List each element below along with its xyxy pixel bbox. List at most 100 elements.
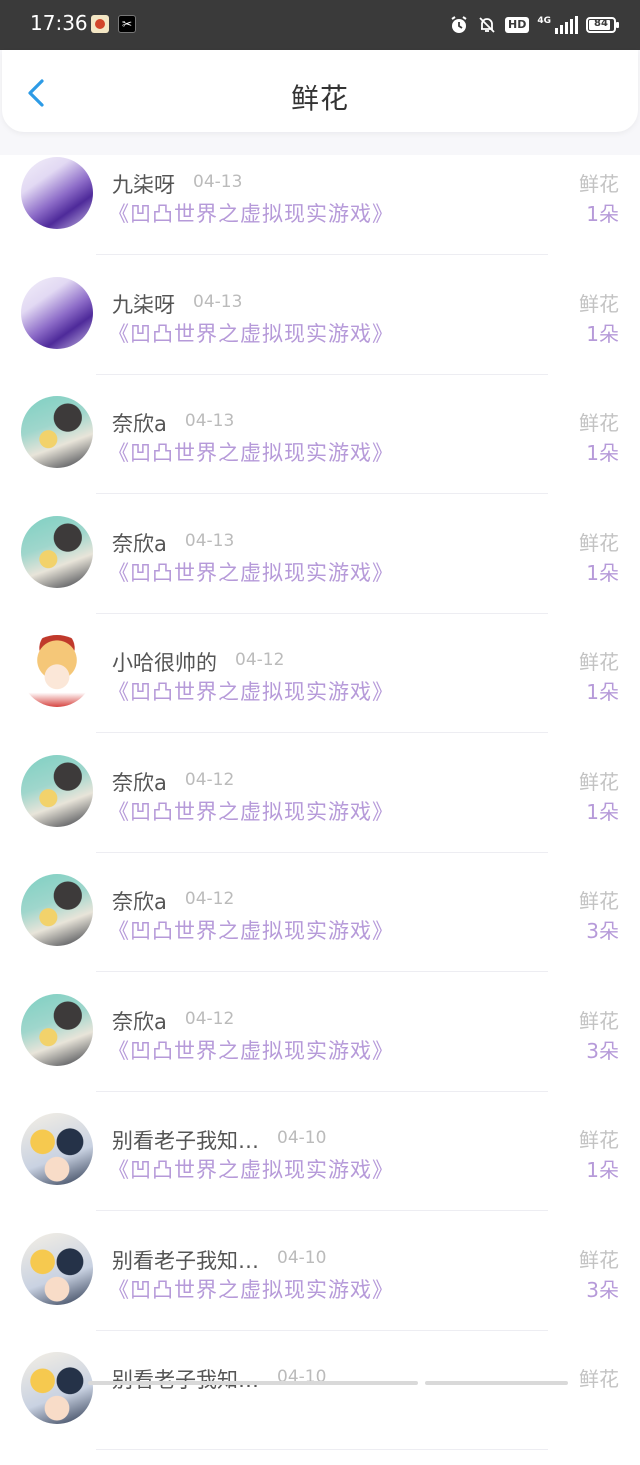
network-type: 4G: [537, 16, 551, 26]
status-bar: 17:36 ✂ HD 4G 84: [0, 0, 640, 50]
gift-row[interactable]: 小哈很帅的 04-12 《凹凸世界之虚拟现实游戏》 鲜花 1朵: [0, 628, 640, 748]
book-title[interactable]: 《凹凸世界之虚拟现实游戏》: [108, 198, 394, 228]
signal-icon: 4G: [537, 16, 578, 34]
sender-name: 九柒呀: [112, 292, 175, 317]
sender-name: 小哈很帅的: [112, 651, 217, 675]
gift-type: 鲜花: [579, 1247, 619, 1272]
avatar[interactable]: [21, 635, 93, 707]
avatar[interactable]: [21, 993, 93, 1066]
status-indicators: HD 4G 84: [449, 14, 619, 36]
gift-date: 04-13: [193, 291, 243, 312]
gift-count: 1朵: [586, 680, 619, 704]
mute-icon: [477, 15, 497, 35]
gift-count: 1朵: [586, 799, 619, 824]
gift-date: 04-13: [184, 411, 235, 431]
book-title[interactable]: 《凹凸世界之虚拟现实游戏》: [108, 1274, 394, 1304]
row-divider: [96, 971, 548, 972]
sender-name: 奈欣a: [112, 412, 167, 436]
book-title[interactable]: 《凹凸世界之虚拟现实游戏》: [108, 1154, 394, 1184]
gift-type: 鲜花: [579, 769, 619, 794]
gift-count: 1朵: [586, 202, 619, 226]
sender-name: 别看老子我知…: [112, 1248, 259, 1273]
gift-type: 鲜花: [579, 1128, 619, 1152]
sender-name: 九柒呀: [112, 173, 175, 197]
book-title[interactable]: 《凹凸世界之虚拟现实游戏》: [108, 796, 394, 826]
row-divider: [96, 493, 548, 494]
gift-row[interactable]: 奈欣a 04-13 《凹凸世界之虚拟现实游戏》 鲜花 1朵: [0, 509, 640, 629]
gift-row[interactable]: 奈欣a 04-13 《凹凸世界之虚拟现实游戏》 鲜花 1朵: [0, 389, 640, 509]
avatar[interactable]: [21, 1232, 93, 1305]
gift-count: 3朵: [586, 919, 619, 943]
capcut-app-icon: ✂: [118, 15, 136, 33]
gift-count: 1朵: [586, 441, 619, 465]
gift-row[interactable]: 奈欣a 04-12 《凹凸世界之虚拟现实游戏》 鲜花 1朵: [0, 748, 640, 868]
avatar[interactable]: [21, 276, 93, 349]
gift-type: 鲜花: [579, 650, 619, 674]
avatar[interactable]: [21, 515, 93, 588]
gift-date: 04-12: [184, 769, 235, 790]
gift-date: 04-12: [184, 889, 235, 909]
gift-row[interactable]: 九柒呀 04-13 《凹凸世界之虚拟现实游戏》 鲜花 1朵: [0, 150, 640, 270]
sender-name: 别看老子我知…: [112, 1129, 259, 1153]
avatar[interactable]: [21, 157, 93, 229]
avatar[interactable]: [21, 1352, 93, 1424]
gift-type: 鲜花: [579, 1008, 619, 1033]
sender-name: 奈欣a: [112, 1009, 167, 1034]
book-title[interactable]: 《凹凸世界之虚拟现实游戏》: [108, 915, 394, 945]
gift-count: 3朵: [586, 1038, 619, 1063]
gift-count: 1朵: [586, 321, 619, 346]
sender-name: 别看老子我知…: [112, 1368, 259, 1392]
avatar[interactable]: [21, 1113, 93, 1185]
gift-date: 04-12: [184, 1008, 235, 1029]
row-divider: [96, 1449, 548, 1450]
gift-type: 鲜花: [579, 172, 619, 196]
gift-type: 鲜花: [579, 411, 619, 435]
row-divider: [96, 254, 548, 255]
tomato-app-icon: [91, 15, 109, 33]
gift-row[interactable]: 别看老子我知… 04-10 《凹凸世界之虚拟现实游戏》 鲜花 1朵: [0, 1106, 640, 1226]
sender-name: 奈欣a: [112, 890, 167, 914]
header: 鲜花: [2, 50, 638, 132]
sender-name: 奈欣a: [112, 770, 167, 795]
battery-level: 84: [594, 18, 608, 29]
gift-type: 鲜花: [579, 1367, 619, 1391]
gift-row[interactable]: 别看老子我知… 04-10 鲜花: [0, 1345, 640, 1465]
book-title[interactable]: 《凹凸世界之虚拟现实游戏》: [108, 437, 394, 467]
gift-type: 鲜花: [579, 889, 619, 913]
alarm-icon: [449, 15, 469, 35]
row-divider: [96, 612, 548, 614]
gift-date: 04-10: [277, 1128, 327, 1148]
gift-count: 3朵: [586, 1277, 619, 1302]
page-title: 鲜花: [290, 82, 349, 115]
avatar[interactable]: [21, 396, 93, 468]
row-divider: [96, 1329, 548, 1331]
status-time: 17:36: [30, 11, 88, 35]
gift-row[interactable]: 奈欣a 04-12 《凹凸世界之虚拟现实游戏》 鲜花 3朵: [0, 987, 640, 1107]
book-title[interactable]: 《凹凸世界之虚拟现实游戏》: [108, 557, 394, 587]
gift-row[interactable]: 奈欣a 04-12 《凹凸世界之虚拟现实游戏》 鲜花 3朵: [0, 867, 640, 987]
row-divider: [96, 732, 548, 733]
hd-badge: HD: [505, 17, 530, 33]
book-title[interactable]: 《凹凸世界之虚拟现实游戏》: [108, 318, 394, 348]
gift-count: 1朵: [586, 1158, 619, 1182]
gift-type: 鲜花: [579, 530, 619, 555]
gift-date: 04-12: [235, 650, 285, 670]
sender-name: 奈欣a: [112, 531, 167, 556]
gift-type: 鲜花: [579, 291, 619, 316]
gift-row[interactable]: 别看老子我知… 04-10 《凹凸世界之虚拟现实游戏》 鲜花 3朵: [0, 1226, 640, 1346]
gift-row[interactable]: 九柒呀 04-13 《凹凸世界之虚拟现实游戏》 鲜花 1朵: [0, 270, 640, 390]
battery-icon: 84: [586, 17, 619, 33]
book-title[interactable]: 《凹凸世界之虚拟现实游戏》: [108, 1035, 394, 1065]
row-divider: [96, 851, 548, 853]
gift-date: 04-10: [277, 1247, 327, 1268]
gift-date: 04-13: [193, 172, 243, 192]
gift-list: 九柒呀 04-13 《凹凸世界之虚拟现实游戏》 鲜花 1朵 九柒呀 04-13 …: [0, 150, 640, 1465]
home-indicator-right: [425, 1381, 568, 1385]
home-indicator-left: [88, 1381, 418, 1385]
book-title[interactable]: 《凹凸世界之虚拟现实游戏》: [108, 676, 394, 706]
row-divider: [96, 373, 548, 375]
gift-date: 04-13: [184, 530, 235, 551]
avatar[interactable]: [21, 754, 93, 827]
avatar[interactable]: [21, 874, 93, 946]
row-divider: [96, 1210, 548, 1211]
